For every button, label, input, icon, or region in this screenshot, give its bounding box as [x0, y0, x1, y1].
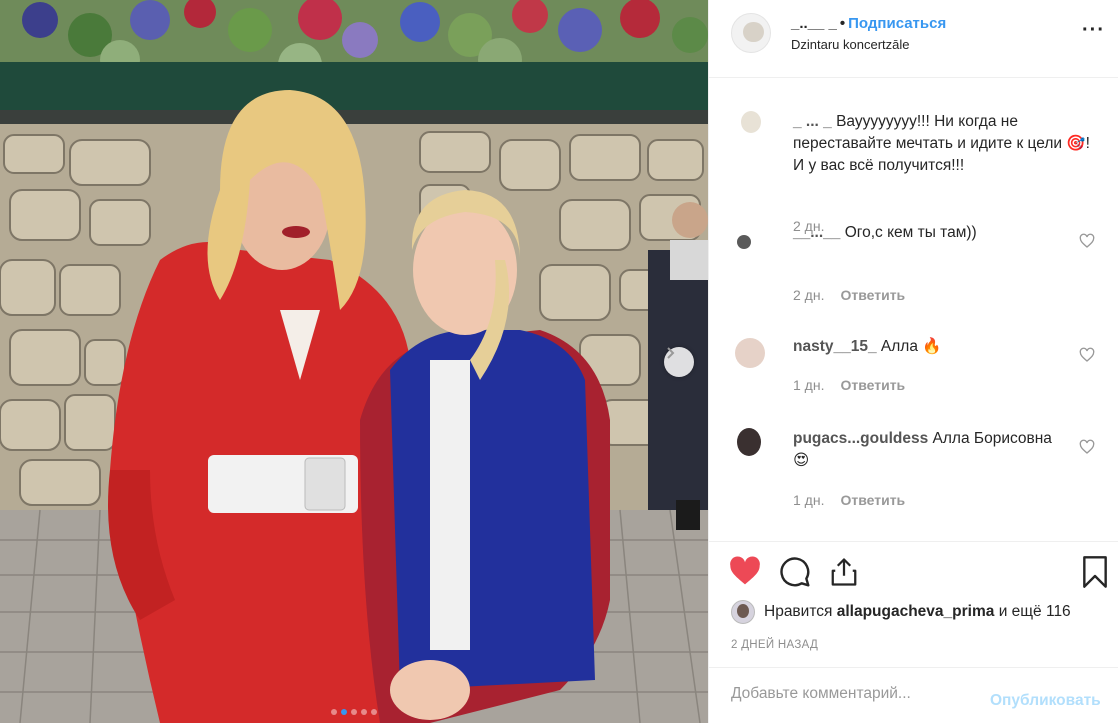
carousel-dot [361, 709, 367, 715]
commenter-avatar[interactable] [731, 426, 769, 464]
carousel-dot [341, 709, 347, 715]
comment-text: Ого,с кем ты там)) [844, 224, 977, 241]
heart-filled-icon[interactable] [729, 556, 761, 586]
location-link[interactable]: Dzintaru koncertzāle [791, 37, 910, 52]
publish-button[interactable]: Опубликовать [990, 692, 1101, 710]
commenter-avatar[interactable] [731, 105, 769, 143]
more-horizontal-icon[interactable]: ··· [1082, 20, 1105, 40]
comment-meta: 1 дн. Ответить [793, 492, 905, 508]
commenter-avatar[interactable] [731, 334, 769, 372]
reply-button[interactable]: Ответить [840, 492, 905, 508]
author-line: _..__ _ • Подписаться [791, 15, 946, 32]
comment-meta: 1 дн. Ответить [793, 377, 905, 393]
bookmark-icon[interactable] [1081, 556, 1109, 588]
liker-username[interactable]: allapugacheva_prima [837, 603, 995, 621]
like-comment-heart-icon[interactable] [1079, 439, 1095, 455]
comment-age: 1 дн. [793, 492, 825, 508]
post-sidebar: _..__ _ • Подписаться Dzintaru koncertzāle… [708, 0, 1118, 723]
comment-meta: 2 дн. Ответить [793, 287, 905, 303]
carousel-dot [371, 709, 377, 715]
comment-text: Вауууууууу!!! Ни когда не переставайте м… [793, 113, 1090, 174]
comment-input[interactable] [731, 685, 981, 703]
comment-username[interactable]: _ ... _ [793, 113, 832, 130]
comment-body: __...__ Ого,с кем ты там)) [793, 222, 1063, 244]
author-username[interactable]: _..__ _ [791, 15, 837, 32]
share-icon[interactable] [829, 556, 859, 588]
comment-body: nasty__15_ Алла 🔥 [793, 336, 1093, 358]
like-comment-heart-icon[interactable] [1079, 233, 1095, 249]
follow-button[interactable]: Подписаться [848, 15, 946, 32]
comment-age: 1 дн. [793, 377, 825, 393]
comment-age: 2 дн. [793, 287, 825, 303]
carousel-indicator [0, 709, 708, 715]
commenter-avatar[interactable] [731, 223, 769, 261]
reply-button[interactable]: Ответить [840, 287, 905, 303]
author-avatar[interactable] [731, 13, 771, 53]
comment-body: _ ... _ Вауууууууу!!! Ни когда не перест… [793, 111, 1093, 177]
separator-dot: • [839, 15, 846, 32]
comment-username[interactable]: nasty__15_ [793, 338, 877, 355]
likes-summary: Нравится allapugacheva_prima и ещё 116 [731, 600, 1071, 624]
chevron-right-icon [667, 347, 675, 359]
photo-image [0, 0, 708, 723]
carousel-dot [351, 709, 357, 715]
comment-text: Алла 🔥 [880, 338, 942, 355]
liker-avatar[interactable] [731, 600, 755, 624]
likes-prefix: Нравится [764, 603, 833, 620]
comment-body: pugacs...gouldess Алла Борисовна 😍 [793, 428, 1063, 472]
post-photo[interactable] [0, 0, 708, 723]
post-timestamp[interactable]: 2 ДНЕЙ НАЗАД [731, 639, 818, 651]
comment-username[interactable]: __...__ [793, 224, 840, 241]
comments-list: _ ... _ Вауууууууу!!! Ни когда не перест… [709, 79, 1118, 539]
post-actions: Нравится allapugacheva_prima и ещё 116 2… [709, 541, 1118, 666]
carousel-dot [331, 709, 337, 715]
likes-count[interactable]: и ещё 116 [999, 603, 1071, 621]
reply-button[interactable]: Ответить [840, 377, 905, 393]
comment-username[interactable]: pugacs...gouldess [793, 430, 928, 447]
next-photo-button[interactable] [664, 347, 694, 377]
comment-icon[interactable] [779, 556, 811, 588]
post-header: _..__ _ • Подписаться Dzintaru koncertzāle… [709, 0, 1118, 78]
like-comment-heart-icon[interactable] [1079, 347, 1095, 363]
add-comment-bar: Опубликовать [709, 667, 1118, 723]
